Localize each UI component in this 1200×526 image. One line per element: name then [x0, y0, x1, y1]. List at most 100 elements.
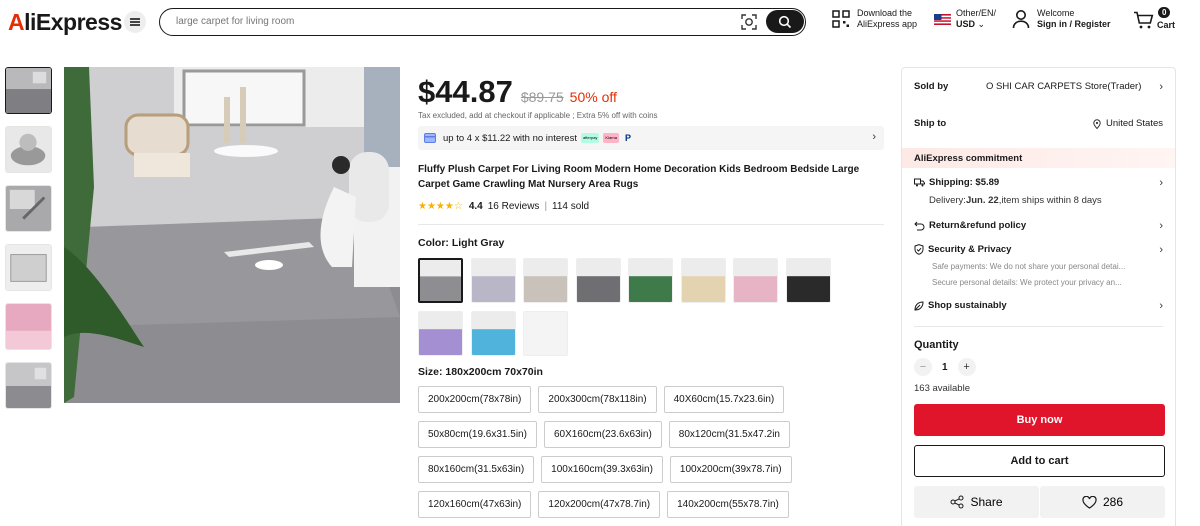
security-row[interactable]: Security & Privacy ›: [914, 244, 1163, 256]
ship-to-country: United States: [1105, 118, 1163, 129]
security-note-privacy: Secure personal details: We protect your…: [932, 278, 1122, 287]
user-icon: [1012, 10, 1030, 29]
size-option[interactable]: 60X160cm(23.6x63in): [543, 421, 662, 448]
size-option[interactable]: 120x160cm(47x63in): [418, 491, 532, 518]
size-option[interactable]: 50x80cm(19.6x31.5in): [418, 421, 537, 448]
search-bar: [159, 8, 806, 36]
discount-label: 50% off: [569, 89, 617, 105]
color-swatch[interactable]: [418, 258, 463, 303]
color-swatches: [418, 258, 838, 364]
color-swatch[interactable]: [523, 258, 568, 303]
size-option[interactable]: 200x200cm(78x78in): [418, 386, 532, 413]
klarna-badge: Klarna: [603, 133, 619, 143]
stock-available: 163 available: [914, 383, 970, 394]
delivery-date: Jun. 22: [965, 195, 999, 206]
tax-note: Tax excluded, add at checkout if applica…: [418, 111, 658, 120]
color-swatch[interactable]: [470, 311, 516, 356]
ship-to-label: Ship to: [914, 118, 947, 129]
quantity-label: Quantity: [914, 339, 959, 351]
region-selector[interactable]: Other/EN/ USD ⌄: [934, 8, 996, 30]
size-option[interactable]: 40X60cm(15.7x23.6in): [663, 386, 785, 413]
size-option[interactable]: 80x120cm(31.5x47.2in: [668, 421, 790, 448]
color-swatch[interactable]: [418, 311, 463, 356]
chevron-right-icon: ›: [1159, 219, 1163, 232]
swatch-image: [629, 259, 672, 302]
increase-quantity-button[interactable]: +: [957, 358, 976, 376]
color-swatch[interactable]: [680, 258, 726, 303]
share-button[interactable]: Share: [914, 486, 1039, 518]
swatch-image: [681, 259, 725, 302]
cart-icon: [1134, 11, 1154, 29]
size-option[interactable]: 100x200cm(39x78.7in): [669, 456, 792, 483]
reviews-link[interactable]: 16 Reviews: [488, 201, 540, 212]
store-name[interactable]: O SHI CAR CARPETS Store(Trader): [986, 81, 1141, 92]
color-swatch[interactable]: [628, 258, 673, 303]
original-price: $89.75: [520, 89, 564, 105]
size-option[interactable]: 200x300cm(78x118in): [538, 386, 657, 413]
thumbnail[interactable]: [5, 303, 52, 350]
swatch-image: [420, 260, 461, 301]
shield-icon: [914, 244, 924, 255]
color-swatch[interactable]: [523, 311, 568, 356]
color-swatch[interactable]: [470, 258, 516, 303]
return-icon: [914, 221, 925, 230]
account-menu[interactable]: Welcome Sign in / Register: [1012, 8, 1111, 30]
return-policy-row[interactable]: Return&refund policy ›: [914, 219, 1163, 232]
delivery-prefix: Delivery:: [929, 195, 966, 206]
installment-banner[interactable]: up to 4 x $11.22 with no interest afterp…: [418, 126, 884, 150]
image-search-icon[interactable]: [740, 13, 758, 31]
quantity-value[interactable]: 1: [942, 362, 948, 373]
swatch-image: [524, 312, 567, 355]
search-button[interactable]: [766, 10, 804, 33]
cart-label: Cart: [1157, 20, 1176, 30]
buy-now-button[interactable]: Buy now: [914, 404, 1165, 436]
sign-in-link[interactable]: Sign in / Register: [1037, 19, 1111, 29]
size-option[interactable]: 80x160cm(31.5x63in): [418, 456, 535, 483]
aliexpress-logo[interactable]: AliExpress: [8, 9, 122, 36]
swatch-image: [471, 312, 515, 355]
swatch-image: [576, 259, 620, 302]
swatch-image: [786, 259, 830, 302]
search-input[interactable]: [176, 12, 736, 31]
main-product-image[interactable]: [64, 67, 400, 403]
size-option[interactable]: 120x200cm(47x78.7in): [538, 491, 661, 518]
size-option[interactable]: 100x160cm(39.3x63in): [541, 456, 663, 483]
divider: [418, 224, 884, 225]
size-option[interactable]: 140x200cm(55x78.7in): [667, 491, 789, 518]
rating-score: 4.4: [468, 200, 483, 212]
menu-icon[interactable]: [124, 11, 146, 33]
swatch-image: [419, 312, 462, 355]
color-swatch[interactable]: [733, 258, 778, 303]
color-swatch[interactable]: [785, 258, 831, 303]
add-to-cart-button[interactable]: Add to cart: [914, 445, 1165, 477]
decrease-quantity-button[interactable]: −: [914, 358, 932, 376]
leaf-icon: [914, 300, 924, 311]
sold-by-row[interactable]: Sold by O SHI CAR CARPETS Store(Trader) …: [914, 81, 1163, 93]
shipping-row[interactable]: Shipping: $5.89 ›: [914, 177, 1163, 189]
thumbnail[interactable]: [5, 362, 52, 409]
product-info: $44.87 $89.75 50% off Tax excluded, add …: [418, 74, 884, 526]
wishlist-button[interactable]: 286: [1040, 486, 1165, 518]
thumbnail[interactable]: [5, 185, 52, 232]
thumbnail[interactable]: [5, 126, 52, 173]
us-flag-icon: [934, 13, 951, 25]
ship-to-row[interactable]: Ship to United States: [914, 118, 1163, 129]
security-note-payments: Safe payments: We do not share your pers…: [932, 262, 1126, 271]
purchase-panel: Sold by O SHI CAR CARPETS Store(Trader) …: [901, 67, 1176, 526]
thumbnail[interactable]: [5, 244, 52, 291]
color-swatch[interactable]: [575, 258, 621, 303]
search-icon: [778, 15, 792, 28]
size-label: Size: 180x200cm 70x70in: [418, 366, 543, 378]
download-app[interactable]: Download the AliExpress app: [832, 8, 917, 30]
qr-code-icon: [832, 10, 850, 28]
thumbnail[interactable]: [5, 67, 52, 114]
delivery-suffix: ,item ships within 8 days: [998, 195, 1102, 206]
chevron-right-icon: ›: [872, 131, 876, 143]
region-line1: Other/EN/: [956, 8, 997, 18]
star-rating-icon: ★★★★☆: [418, 200, 463, 212]
currency-label: USD: [956, 19, 976, 29]
download-line2: AliExpress app: [857, 19, 918, 29]
sustainability-row[interactable]: Shop sustainably ›: [914, 300, 1163, 312]
sold-by-label: Sold by: [914, 81, 949, 92]
rating-row[interactable]: ★★★★☆ 4.4 16 Reviews | 114 sold: [418, 199, 884, 213]
